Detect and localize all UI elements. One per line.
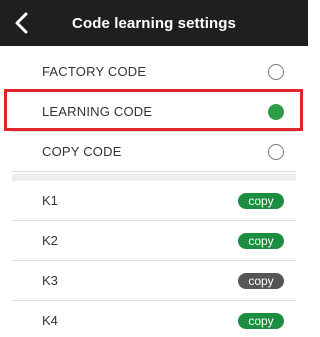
mode-option-learning-code[interactable]: LEARNING CODE [12,92,296,132]
learning-code-radio[interactable] [268,103,284,120]
mode-option-copy-code[interactable]: COPY CODE [12,132,296,172]
copy-code-radio[interactable] [268,143,284,160]
k3-copy-button[interactable]: copy [238,272,284,289]
key-row-k1: K1 copy [12,181,296,221]
mode-option-label: COPY CODE [42,144,122,159]
key-row-k3: K3 copy [12,261,296,301]
key-label: K1 [42,193,58,208]
k1-copy-button[interactable]: copy [238,192,284,209]
k2-copy-button[interactable]: copy [238,232,284,249]
key-row-k2: K2 copy [12,221,296,261]
key-label: K2 [42,233,58,248]
key-label: K3 [42,273,58,288]
key-row-k4: K4 copy [12,301,296,337]
mode-option-label: LEARNING CODE [42,104,153,119]
k4-copy-button[interactable]: copy [238,312,284,329]
page-title: Code learning settings [72,14,236,32]
back-button[interactable] [8,9,36,37]
mode-option-factory-code[interactable]: FACTORY CODE [12,52,296,92]
key-label: K4 [42,313,58,328]
title-bar: Code learning settings [0,0,308,46]
chevron-left-icon [15,12,28,34]
factory-code-radio[interactable] [268,63,284,80]
mode-option-label: FACTORY CODE [42,64,147,79]
section-divider [12,174,296,181]
